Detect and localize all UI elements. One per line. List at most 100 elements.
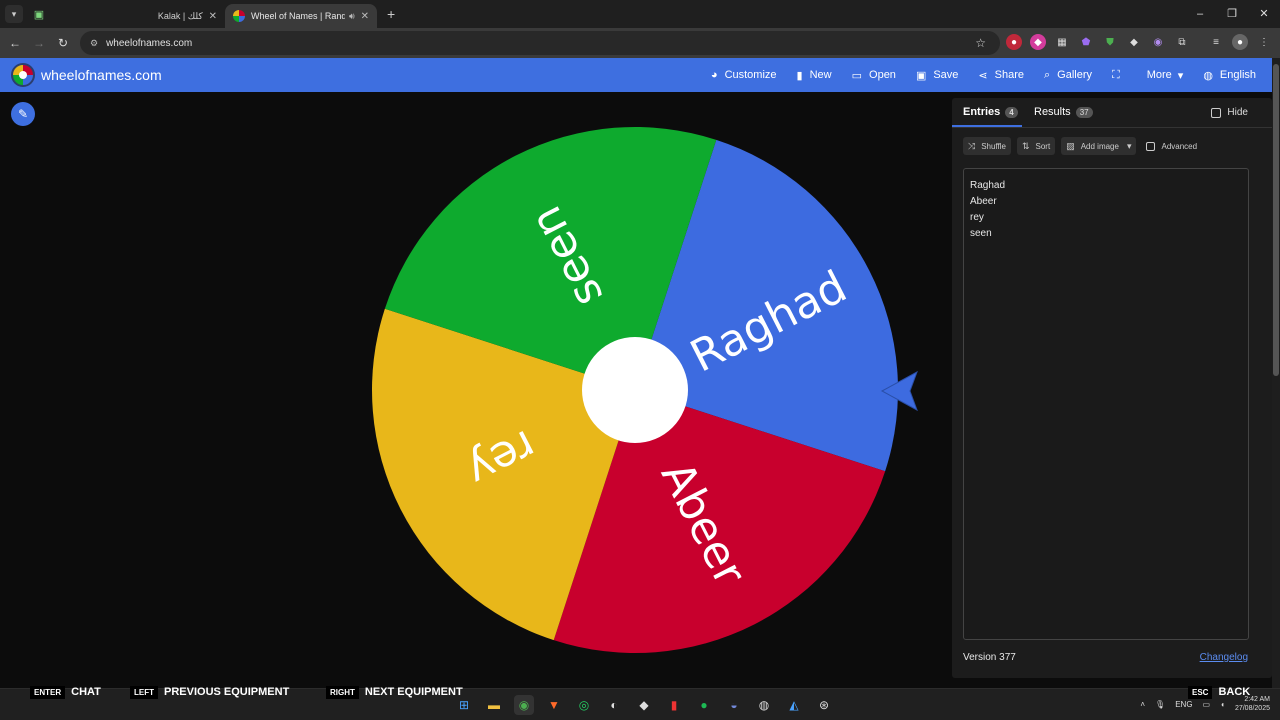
close-tab-icon[interactable]: ✕ <box>209 11 217 22</box>
share-button[interactable]: ⋖ Share <box>978 69 1024 82</box>
advanced-checkbox[interactable]: Advanced <box>1146 141 1197 151</box>
overlay-key-hints: ENTER CHAT LEFT PREVIOUS EQUIPMENT RIGHT… <box>0 684 1280 700</box>
extension-diamond-icon[interactable]: ◆ <box>1126 34 1142 50</box>
tab-label: Entries <box>963 106 1001 118</box>
volume-icon[interactable]: ◖ <box>1220 700 1225 709</box>
tab-title: Kalak | كلك <box>157 10 203 21</box>
bookmark-star-icon[interactable]: ☆ <box>975 36 986 50</box>
entries-panel: Entries 4 Results 37 Hide ⤨ Shuffle ⇅ Sort… <box>952 98 1272 678</box>
changelog-link[interactable]: Changelog <box>1200 652 1248 663</box>
open-button[interactable]: ▭ Open <box>852 69 896 82</box>
pinned-tab-icon[interactable]: ▣ <box>31 6 47 22</box>
sort-icon: ⇅ <box>1021 140 1030 151</box>
hint-previous: LEFT PREVIOUS EQUIPMENT <box>130 684 303 700</box>
brand-title[interactable]: wheelofnames.com <box>41 67 162 83</box>
add-image-button[interactable]: ▨ Add image ▾ <box>1061 137 1137 155</box>
forward-arrow-icon[interactable]: → <box>27 36 51 50</box>
fullscreen-button[interactable]: ⛶ <box>1112 69 1127 82</box>
chevron-down-icon: ▾ <box>1177 69 1184 82</box>
hint-label: CHAT <box>71 686 101 698</box>
palette-icon: ◕ <box>710 69 718 81</box>
shuffle-button[interactable]: ⤨ Shuffle <box>963 137 1011 155</box>
gallery-button[interactable]: ⌕ Gallery <box>1044 69 1092 82</box>
hint-label: NEXT EQUIPMENT <box>364 686 463 698</box>
close-window-icon[interactable]: ✕ <box>1248 0 1280 28</box>
menu-label: Open <box>869 69 896 81</box>
hint-chat: ENTER CHAT <box>30 684 115 700</box>
sort-button[interactable]: ⇅ Sort <box>1016 137 1056 155</box>
wheel-center-hub[interactable] <box>582 337 688 443</box>
tray-chevron-up-icon[interactable]: ˄ <box>1140 700 1145 709</box>
extension-icon[interactable]: ● <box>1006 34 1022 50</box>
extensions-puzzle-icon[interactable]: ⧉ <box>1174 34 1190 50</box>
hint-label: PREVIOUS EQUIPMENT <box>164 686 290 698</box>
version-text: Version 377 <box>963 652 1016 663</box>
restore-icon[interactable]: ❐ <box>1216 0 1248 28</box>
new-button[interactable]: ▮ New <box>797 69 832 82</box>
save-button[interactable]: ▣ Save <box>916 69 958 82</box>
folder-icon: ▭ <box>851 69 863 82</box>
browser-tab-wheel[interactable]: Wheel of Names | Random 🔊︎ ✕ <box>225 4 377 28</box>
language-indicator[interactable]: ENG <box>1175 700 1192 709</box>
window-controls: – ❐ ✕ <box>1184 0 1280 28</box>
button-label: Sort <box>1035 141 1051 151</box>
more-button[interactable]: More ▾ <box>1147 69 1184 82</box>
hint-back: ESC BACK <box>1188 684 1250 700</box>
tab-results[interactable]: Results 37 <box>1034 106 1093 118</box>
reload-icon[interactable]: ↻ <box>51 36 75 50</box>
wheel-logo-icon[interactable] <box>11 63 35 87</box>
language-button[interactable]: ◍ English <box>1203 69 1256 82</box>
entry-line: Raghad <box>970 180 1006 191</box>
entry-line: Abeer <box>970 196 997 207</box>
extension-grid-icon[interactable]: ▦ <box>1054 34 1070 50</box>
browser-tab-kalak[interactable]: Kalak | كلك ✕ <box>95 4 225 28</box>
hide-label: Hide <box>1227 107 1248 118</box>
address-input[interactable]: ⚙ wheelofnames.com ☆ <box>80 31 1000 55</box>
scrollbar-thumb[interactable] <box>1273 64 1279 376</box>
entries-textarea[interactable]: Raghad Abeer rey seen <box>963 168 1249 640</box>
extensions-area: ● ◆ ▦ ⬟ ⛊ ◆ ◉ ⧉ ≡ ● ⋮ <box>1006 34 1272 50</box>
checkbox-box[interactable] <box>1146 141 1156 151</box>
wheel-favicon-icon <box>233 10 245 22</box>
address-toolbar: ← → ↻ ⚙ wheelofnames.com ☆ ● ◆ ▦ ⬟ ⛊ ◆ ◉… <box>0 28 1280 58</box>
checkbox-box[interactable] <box>1211 107 1222 118</box>
close-tab-icon[interactable]: ✕ <box>361 11 369 22</box>
key-badge: RIGHT <box>326 685 359 699</box>
key-badge: LEFT <box>130 685 158 699</box>
hide-checkbox[interactable]: Hide <box>1211 107 1248 118</box>
entry-line: rey <box>970 212 984 223</box>
browser-tab-strip: ▾ ▣ Kalak | كلك ✕ Wheel of Names | Rando… <box>0 0 1280 28</box>
share-icon: ⋖ <box>978 69 988 82</box>
new-tab-plus-icon[interactable]: + <box>387 6 395 22</box>
shuffle-icon: ⤨ <box>968 140 976 151</box>
extension-icon[interactable]: ◆ <box>1030 34 1046 50</box>
image-icon: ▨ <box>1066 140 1075 151</box>
media-control-icon[interactable]: ≡ <box>1208 34 1224 50</box>
back-arrow-icon[interactable]: ← <box>3 36 27 50</box>
header-menu: ◕ Customize ▮ New ▭ Open ▣ Save ⋖ Share ⌕ Gall… <box>711 58 1256 92</box>
chevron-down-icon[interactable]: ▾ <box>1127 141 1132 152</box>
minimize-icon[interactable]: – <box>1184 0 1216 28</box>
network-icon[interactable]: ▭ <box>1203 700 1211 709</box>
page-scrollbar[interactable] <box>1272 58 1280 688</box>
edit-pencil-button[interactable]: ✎ <box>11 102 35 126</box>
menu-label: Save <box>933 69 959 81</box>
hint-next: RIGHT NEXT EQUIPMENT <box>326 684 477 700</box>
speaker-icon[interactable]: 🔊︎ <box>349 11 355 22</box>
extension-shield-icon[interactable]: ⛊ <box>1102 34 1118 50</box>
extension-shield-icon[interactable]: ⬟ <box>1078 34 1094 50</box>
button-label: Shuffle <box>981 141 1006 151</box>
extension-eye-icon[interactable]: ◉ <box>1150 34 1166 50</box>
profile-avatar[interactable]: ● <box>1232 34 1248 50</box>
pencil-icon: ✎ <box>17 107 29 121</box>
menu-label: More <box>1146 69 1172 81</box>
menu-label: English <box>1219 69 1256 81</box>
customize-button[interactable]: ◕ Customize <box>711 69 777 81</box>
browser-menu-icon[interactable]: ⋮ <box>1256 34 1272 50</box>
tab-entries[interactable]: Entries 4 <box>963 106 1018 118</box>
tab-title: Wheel of Names | Random <box>251 11 345 21</box>
microphone-icon[interactable]: 🎙︎ <box>1155 700 1165 709</box>
site-info-icon[interactable]: ⚙ <box>90 38 98 49</box>
entry-line: seen <box>970 228 992 239</box>
tab-search-chevron-icon[interactable]: ▾ <box>5 5 23 23</box>
